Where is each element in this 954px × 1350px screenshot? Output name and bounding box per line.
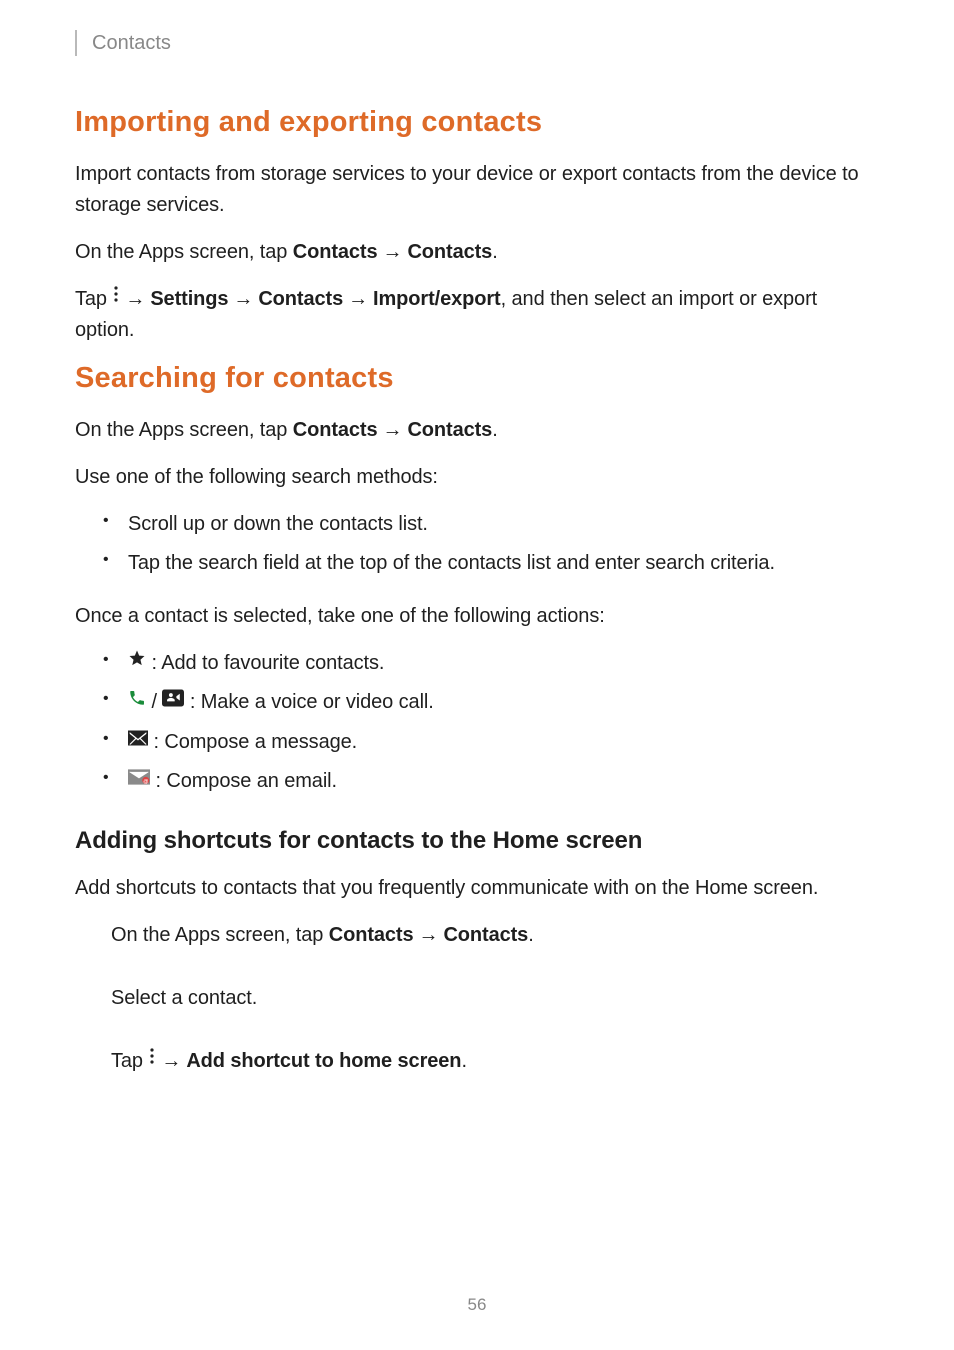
nav-bold-contacts-1: Contacts [293,241,378,263]
shortcut-step-2: Select a contact. [111,983,879,1014]
list-item: Scroll up or down the contacts list. [103,509,879,540]
step1-prefix: On the Apps screen, tap [111,924,329,946]
arrow-icon: → [161,1046,181,1077]
more-menu-icon [112,282,120,313]
step3-prefix: Tap [111,1050,148,1072]
nav-bold-contacts-2: Contacts [407,419,492,441]
search-methods-list: Scroll up or down the contacts list. Tap… [103,509,879,579]
tap-bold-settings: Settings [150,288,228,310]
shortcut-steps: On the Apps screen, tap Contacts→Contact… [111,920,879,1077]
video-call-icon [162,686,184,717]
import-export-tap-line: Tap →Settings→Contacts→Import/export, an… [75,284,879,346]
step1-bold1: Contacts [329,924,414,946]
message-icon [128,725,148,756]
list-item: : Add to favourite contacts. [103,648,879,679]
action-call-text: : Make a voice or video call. [184,691,433,713]
shortcut-intro: Add shortcuts to contacts that you frequ… [75,873,879,904]
nav-bold-contacts-1: Contacts [293,419,378,441]
list-item: / : Make a voice or video call. [103,687,879,718]
search-methods-intro: Use one of the following search methods: [75,462,879,493]
step3-suffix: . [461,1050,466,1072]
nav-prefix: On the Apps screen, tap [75,419,293,441]
breadcrumb: Contacts [92,32,171,55]
arrow-icon: → [383,237,403,268]
shortcut-step-1: On the Apps screen, tap Contacts→Contact… [111,920,879,951]
action-msg-text: : Compose a message. [148,731,357,753]
section-title-search: Searching for contacts [75,362,879,395]
tap-bold-importexport: Import/export [373,288,501,310]
page-number: 56 [0,1295,954,1315]
more-menu-icon [148,1044,156,1075]
phone-icon [128,686,146,717]
nav-suffix: . [492,419,497,441]
nav-prefix: On the Apps screen, tap [75,241,293,263]
search-actions-list: : Add to favourite contacts. / : Make a … [103,648,879,797]
tap-bold-contacts: Contacts [258,288,343,310]
email-icon: @ [128,764,150,795]
step3-bold: Add shortcut to home screen [186,1050,461,1072]
search-actions-intro: Once a contact is selected, take one of … [75,601,879,632]
search-nav-line: On the Apps screen, tap Contacts→Contact… [75,415,879,446]
subsection-title-shortcut: Adding shortcuts for contacts to the Hom… [75,827,879,855]
svg-text:@: @ [143,779,148,785]
section-title-import-export: Importing and exporting contacts [75,106,879,139]
nav-suffix: . [492,241,497,263]
arrow-icon: → [233,284,253,315]
tap-prefix: Tap [75,288,112,310]
step1-bold2: Contacts [443,924,528,946]
nav-bold-contacts-2: Contacts [407,241,492,263]
header-breadcrumb-row: Contacts [75,30,879,56]
import-export-intro: Import contacts from storage services to… [75,159,879,221]
arrow-icon: → [419,920,439,951]
action-fav-text: : Add to favourite contacts. [146,652,384,674]
star-icon [128,646,146,677]
list-item: @ : Compose an email. [103,766,879,797]
shortcut-step-3: Tap →Add shortcut to home screen. [111,1046,879,1077]
arrow-icon: → [348,284,368,315]
header-divider-bar [75,30,77,56]
action-email-text: : Compose an email. [150,770,337,792]
call-sep: / [146,691,162,713]
list-item: Tap the search field at the top of the c… [103,548,879,579]
page-content: Contacts Importing and exporting contact… [0,0,954,1077]
arrow-icon: → [383,415,403,446]
arrow-icon: → [125,284,145,315]
list-item: : Compose a message. [103,727,879,758]
import-export-nav-line: On the Apps screen, tap Contacts→Contact… [75,237,879,268]
step1-suffix: . [528,924,533,946]
